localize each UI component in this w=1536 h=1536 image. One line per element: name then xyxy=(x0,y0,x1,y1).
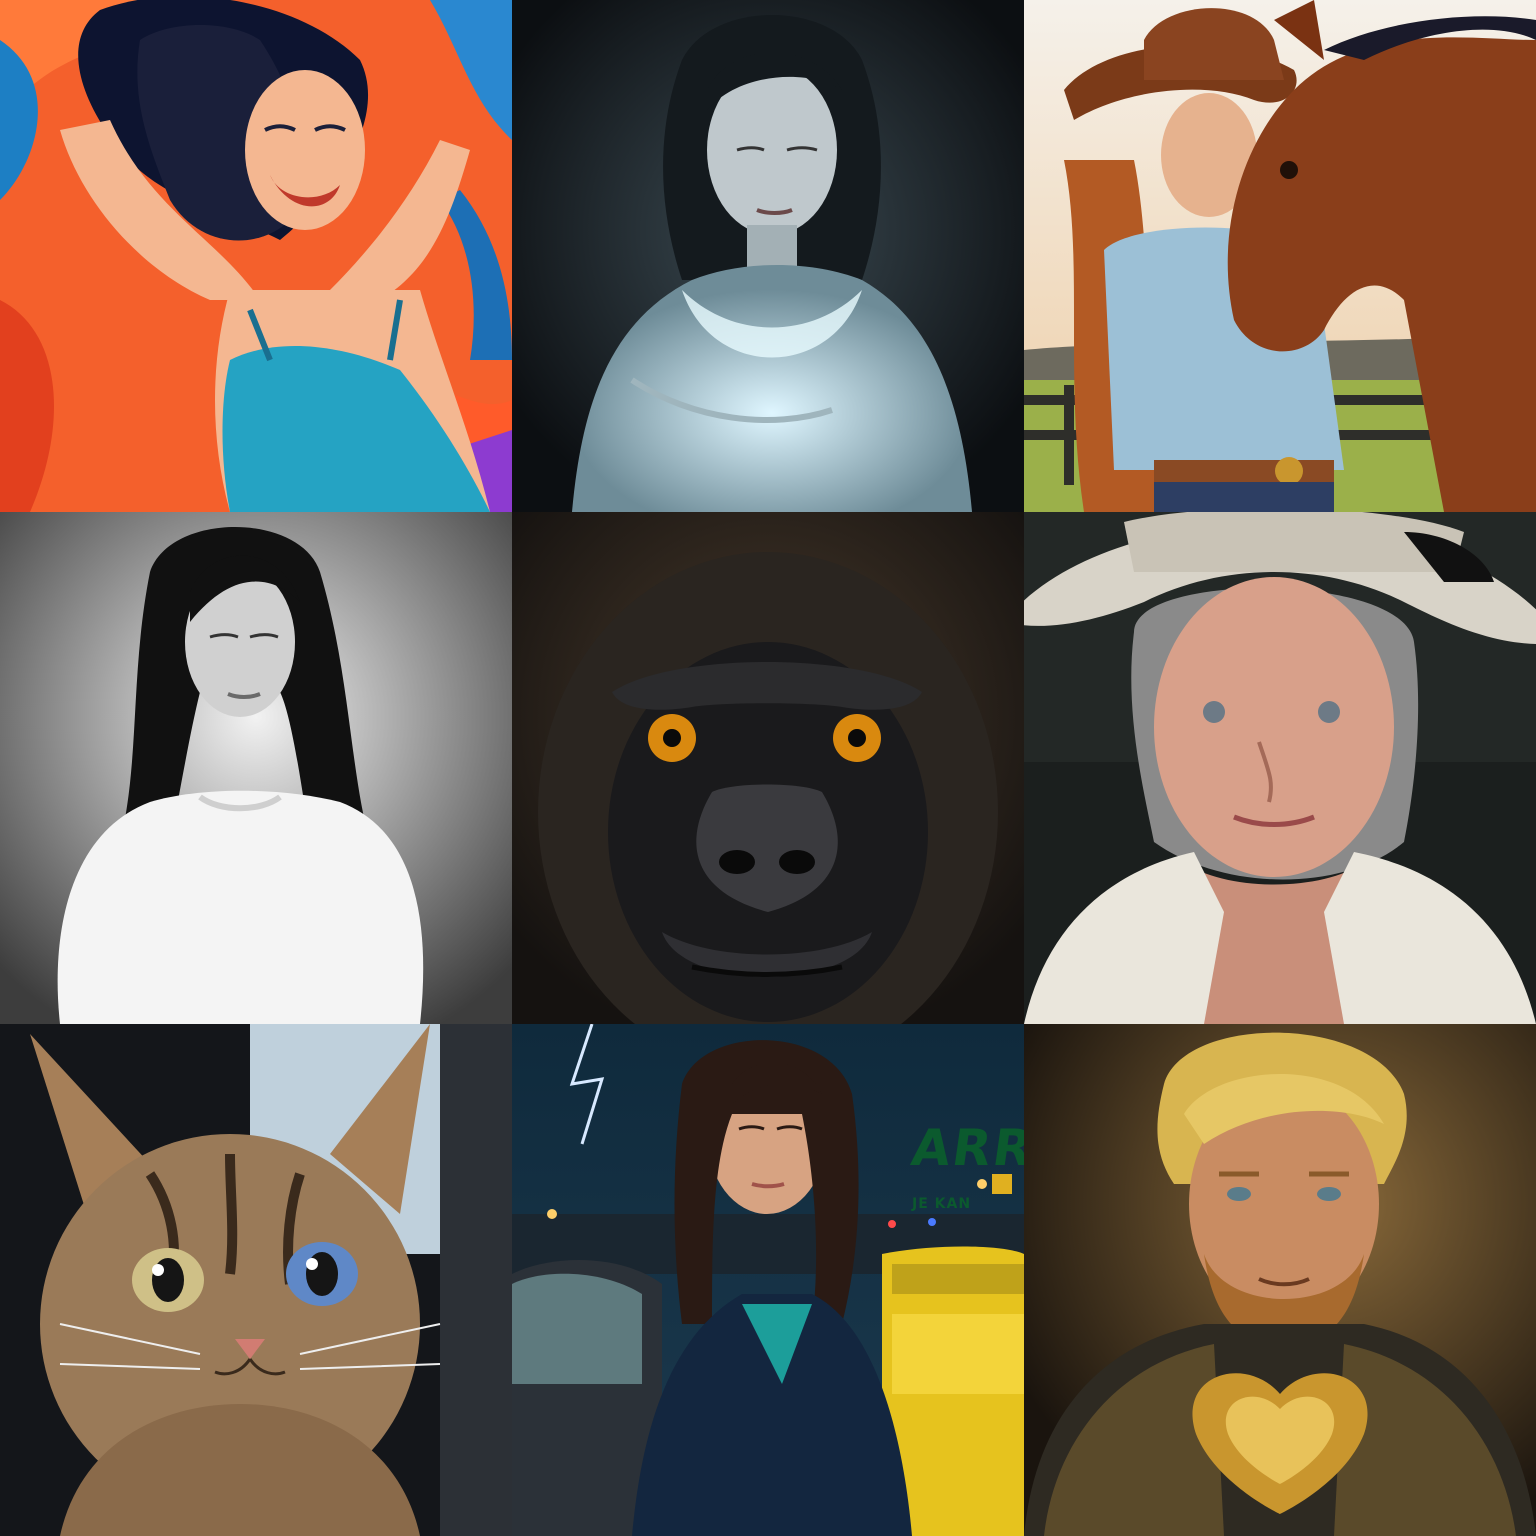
tile-woman-dancing xyxy=(0,0,512,512)
ghostly-girl-image xyxy=(512,0,1024,512)
tile-blond-man xyxy=(1024,1024,1536,1536)
image-grid xyxy=(0,0,1536,1536)
tile-elderly-woman xyxy=(1024,512,1536,1024)
monochrome-woman-image xyxy=(0,512,512,1024)
tile-gorilla xyxy=(512,512,1024,1024)
gorilla-image xyxy=(512,512,1024,1024)
tabby-kitten-image xyxy=(0,1024,512,1536)
tile-tabby-kitten xyxy=(0,1024,512,1536)
tile-cowgirl-horse xyxy=(1024,0,1536,512)
tile-monochrome-woman xyxy=(0,512,512,1024)
elderly-woman-image xyxy=(1024,512,1536,1024)
tile-ghostly-girl xyxy=(512,0,1024,512)
blond-man-image xyxy=(1024,1024,1536,1536)
cowgirl-horse-image xyxy=(1024,0,1536,512)
woman-dancing-image xyxy=(0,0,512,512)
city-woman-image xyxy=(512,1024,1024,1536)
tile-city-woman xyxy=(512,1024,1024,1536)
